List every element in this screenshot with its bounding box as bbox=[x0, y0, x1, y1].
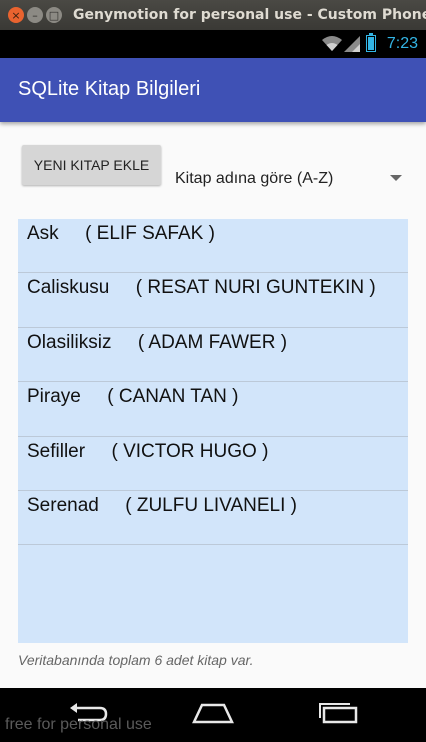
recents-button-icon[interactable] bbox=[318, 702, 358, 724]
emulator-screen: × – □ Genymotion for personal use - Cust… bbox=[0, 0, 426, 742]
list-item[interactable]: Olasiliksiz ( ADAM FAWER ) bbox=[18, 328, 408, 383]
action-bar: SQLite Kitap Bilgileri bbox=[0, 58, 426, 122]
status-bar: 7:23 bbox=[0, 30, 426, 58]
window-minimize-button[interactable]: – bbox=[27, 7, 43, 23]
add-book-button[interactable]: YENI KITAP EKLE bbox=[22, 145, 161, 185]
book-count-text: Veritabanında toplam 6 adet kitap var. bbox=[18, 652, 254, 668]
list-item[interactable]: Sefiller ( VICTOR HUGO ) bbox=[18, 437, 408, 491]
battery-icon bbox=[366, 33, 376, 52]
book-list[interactable]: Ask ( ELIF SAFAK ) Caliskusu ( RESAT NUR… bbox=[18, 219, 408, 643]
window-title: Genymotion for personal use - Custom Pho… bbox=[73, 7, 426, 23]
list-item[interactable]: Serenad ( ZULFU LIVANELI ) bbox=[18, 491, 408, 546]
sort-selected-value: Kitap adına göre (A-Z) bbox=[175, 170, 334, 187]
sort-spinner[interactable]: Kitap adına göre (A-Z) bbox=[170, 162, 410, 198]
home-button-icon[interactable] bbox=[192, 702, 234, 724]
window-close-button[interactable]: × bbox=[8, 7, 24, 23]
dropdown-arrow-icon bbox=[390, 175, 402, 181]
wifi-icon bbox=[322, 36, 342, 51]
list-item[interactable]: Piraye ( CANAN TAN ) bbox=[18, 382, 408, 437]
signal-icon bbox=[344, 36, 360, 52]
list-item[interactable]: Ask ( ELIF SAFAK ) bbox=[18, 219, 408, 274]
window-title-bar: × – □ Genymotion for personal use - Cust… bbox=[0, 0, 426, 30]
list-item[interactable]: Caliskusu ( RESAT NURI GUNTEKIN ) bbox=[18, 273, 408, 328]
status-clock: 7:23 bbox=[386, 35, 418, 52]
window-maximize-button[interactable]: □ bbox=[46, 7, 62, 23]
app-title: SQLite Kitap Bilgileri bbox=[18, 78, 201, 100]
watermark-text: free for personal use bbox=[5, 716, 152, 733]
